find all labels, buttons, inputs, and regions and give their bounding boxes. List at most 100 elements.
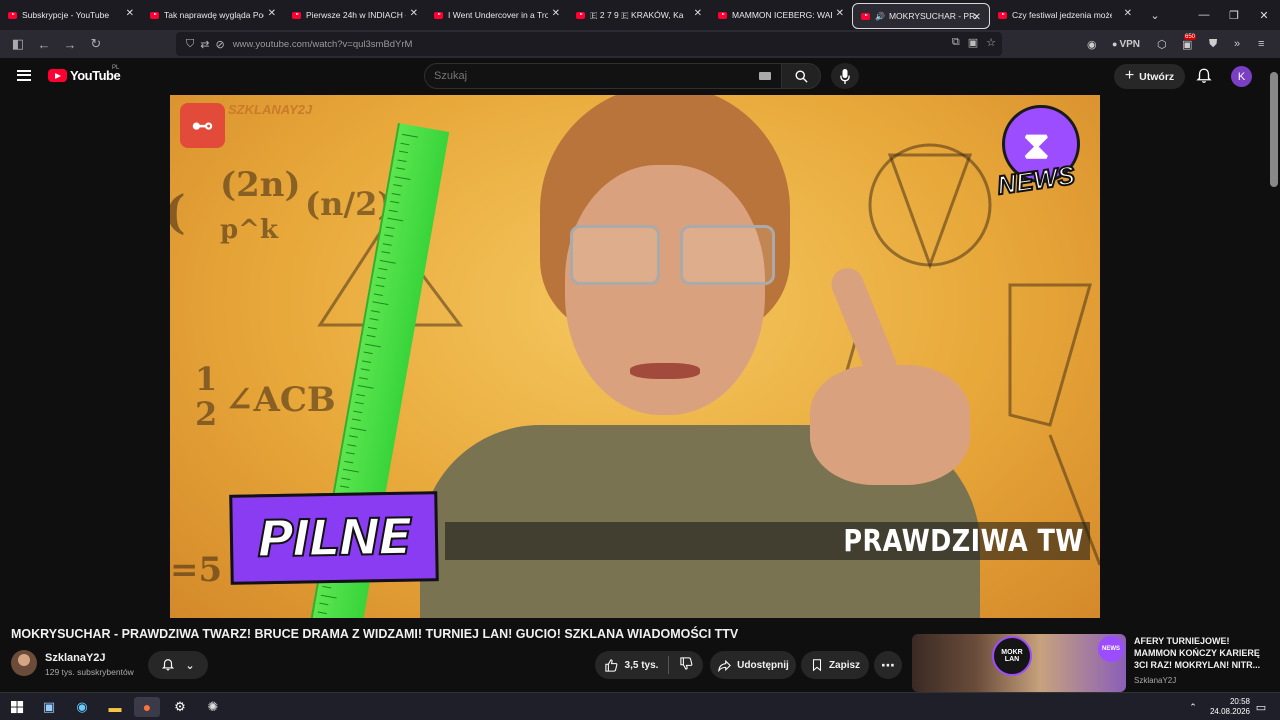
ruler-tick: [390, 200, 400, 204]
clock-time: 20:58: [1229, 697, 1250, 706]
tab-title: 🇪 2 7 9 🇪 KRAKÓW, Ka: [590, 9, 684, 20]
hamburger-menu-icon[interactable]: [17, 70, 31, 81]
thumbnail-person-mouth: [630, 363, 700, 379]
browser-tab[interactable]: I Went Undercover in a Troub ✕: [426, 0, 568, 30]
pilne-banner: PILNE: [229, 491, 439, 585]
tab-close-icon[interactable]: ✕: [552, 8, 560, 19]
address-bar[interactable]: ⛉ ⇄ ⊘ www.youtube.com/watch?v=qul3smBdYr…: [176, 32, 1002, 56]
no-tracking-icon[interactable]: ⊘: [215, 38, 224, 51]
ublock-icon[interactable]: 650 ▣: [1182, 30, 1197, 58]
like-divider: [668, 656, 670, 674]
windows-start-icon[interactable]: [4, 697, 30, 717]
search-button[interactable]: [781, 63, 821, 89]
firefox-icon[interactable]: ●: [134, 697, 160, 717]
bookmark-star-icon[interactable]: ☆: [986, 36, 996, 49]
more-actions-button[interactable]: ⋯: [874, 651, 902, 679]
close-window-icon[interactable]: ✕: [1248, 0, 1280, 30]
ruler-tick: [391, 192, 401, 196]
tab-close-icon[interactable]: ✕: [694, 8, 702, 19]
voice-search-button[interactable]: [831, 63, 859, 89]
recommended-title[interactable]: AFERY TURNIEJOWE! MAMMON KOŃCZY KARIERĘ …: [1134, 635, 1264, 671]
extension-shield-icon[interactable]: ◉: [1087, 30, 1097, 58]
ruler-tick: [388, 209, 398, 212]
tab-close-icon[interactable]: ✕: [836, 8, 844, 19]
channel-avatar[interactable]: [11, 650, 37, 676]
share-button[interactable]: Udostępnij: [710, 651, 796, 679]
search-input[interactable]: [425, 64, 725, 88]
ticker-text: PRAWDZIWA TW: [843, 524, 1084, 559]
picture-in-picture-icon[interactable]: ⧉: [952, 36, 960, 49]
save-button[interactable]: Zapisz: [801, 651, 869, 679]
tray-chevron-icon[interactable]: ⌃: [1180, 697, 1206, 717]
back-icon[interactable]: ←: [32, 32, 56, 56]
permissions-icon[interactable]: ⇄: [200, 38, 209, 51]
monitor-app-icon[interactable]: ▣: [36, 697, 62, 717]
ruler-tick: [369, 318, 379, 321]
steam-icon[interactable]: ◉: [69, 697, 95, 717]
shield-icon[interactable]: ⛉: [186, 38, 194, 51]
channel-name[interactable]: SzklanaY2J: [45, 652, 106, 664]
vpn-icon: ●: [1112, 39, 1118, 49]
like-dislike-group: 3,5 tys.: [595, 651, 703, 679]
subscribed-button[interactable]: ⌄: [148, 651, 208, 679]
file-explorer-icon[interactable]: ▬: [102, 697, 128, 717]
settings-gear-icon[interactable]: ⚙: [167, 697, 193, 717]
share-label: Udostępnij: [737, 659, 789, 671]
page-scrollbar[interactable]: [1268, 70, 1280, 690]
url-text[interactable]: www.youtube.com/watch?v=qul3smBdYrM: [233, 39, 413, 50]
keyboard-icon[interactable]: [759, 72, 771, 80]
dislike-button[interactable]: [679, 656, 694, 674]
youtube-favicon-icon: [861, 12, 870, 20]
browser-tab[interactable]: Pierwsze 24h w INDIACH - Yo ✕: [284, 0, 426, 30]
overflow-chevron-icon[interactable]: »: [1234, 30, 1240, 58]
tab-close-icon[interactable]: ✕: [126, 8, 134, 19]
system-clock[interactable]: 20:58 24.08.2026: [1210, 697, 1250, 717]
ruler-tick: [345, 451, 355, 455]
reload-icon[interactable]: ↻: [84, 32, 108, 56]
ruler-tick: [376, 276, 386, 279]
like-button[interactable]: 3,5 tys.: [604, 658, 659, 673]
browser-tab-active[interactable]: 🔊MOKRYSUCHAR - PRAWD✕: [852, 3, 990, 29]
app-menu-icon[interactable]: ≡: [1258, 30, 1264, 58]
browser-tab[interactable]: MAMMON ICEBERG: WARSTW ✕: [710, 0, 852, 30]
scrollbar-thumb[interactable]: [1270, 72, 1278, 187]
screenshot-icon[interactable]: ▣: [968, 36, 978, 49]
glasses-left-lens: [570, 225, 660, 285]
account-avatar[interactable]: K: [1231, 66, 1252, 87]
notifications-bell-icon[interactable]: [1195, 67, 1213, 85]
tab-title: MAMMON ICEBERG: WARSTW: [732, 10, 832, 20]
maximize-icon[interactable]: ❐: [1218, 0, 1250, 30]
browser-tab[interactable]: Tak naprawdę wygląda Pociąg ✕: [142, 0, 284, 30]
news-logo-text: NEWS: [994, 159, 1077, 202]
tab-close-icon[interactable]: ✕: [410, 8, 418, 19]
browser-tab[interactable]: Czy festiwal jedzenia może by ✕: [990, 0, 1140, 30]
tab-list-chevron-icon[interactable]: ⌄: [1140, 9, 1170, 22]
misc-app-icon[interactable]: ✺: [200, 697, 226, 717]
forward-icon[interactable]: →: [58, 32, 82, 56]
browser-tab[interactable]: 🇪 2 7 9 🇪 KRAKÓW, Ka ✕: [568, 0, 710, 30]
like-count: 3,5 tys.: [624, 659, 659, 671]
recommended-channel[interactable]: SzklanaY2J: [1134, 676, 1176, 685]
notification-center-icon[interactable]: ▭: [1248, 697, 1274, 717]
extensions-icon[interactable]: ⬡: [1157, 30, 1167, 58]
browser-tab[interactable]: Subskrypcje - YouTube ✕: [0, 0, 142, 30]
privacy-badger-icon[interactable]: ⛊: [1209, 30, 1217, 58]
search-box[interactable]: [424, 63, 786, 89]
tab-close-icon[interactable]: ✕: [1124, 8, 1132, 19]
minimize-icon[interactable]: —: [1188, 0, 1220, 30]
region-code: PL: [112, 65, 120, 71]
subscriber-count: 129 tys. subskrybentów: [45, 667, 134, 677]
youtube-favicon-icon: [292, 11, 301, 19]
speaker-icon[interactable]: 🔊: [875, 12, 885, 21]
youtube-logo[interactable]: YouTube PL: [48, 65, 121, 83]
youtube-header: YouTube PL + Utwórz K: [0, 58, 1280, 95]
create-button[interactable]: + Utwórz: [1114, 64, 1185, 89]
recommended-thumbnail[interactable]: MOKR LAN NEWS: [912, 634, 1126, 692]
more-dots-icon: ⋯: [881, 656, 895, 673]
video-player[interactable]: ( (2n) p^k (n/2) 1 2 ∠ACB =5 ⊷ SZKLANAY2…: [170, 95, 1100, 618]
vpn-button[interactable]: ● VPN: [1112, 30, 1140, 58]
ruler-tick: [365, 343, 382, 347]
tab-close-icon[interactable]: ✕: [973, 12, 981, 23]
tab-close-icon[interactable]: ✕: [268, 8, 276, 19]
sidebar-toggle-icon[interactable]: ◧: [6, 32, 30, 56]
